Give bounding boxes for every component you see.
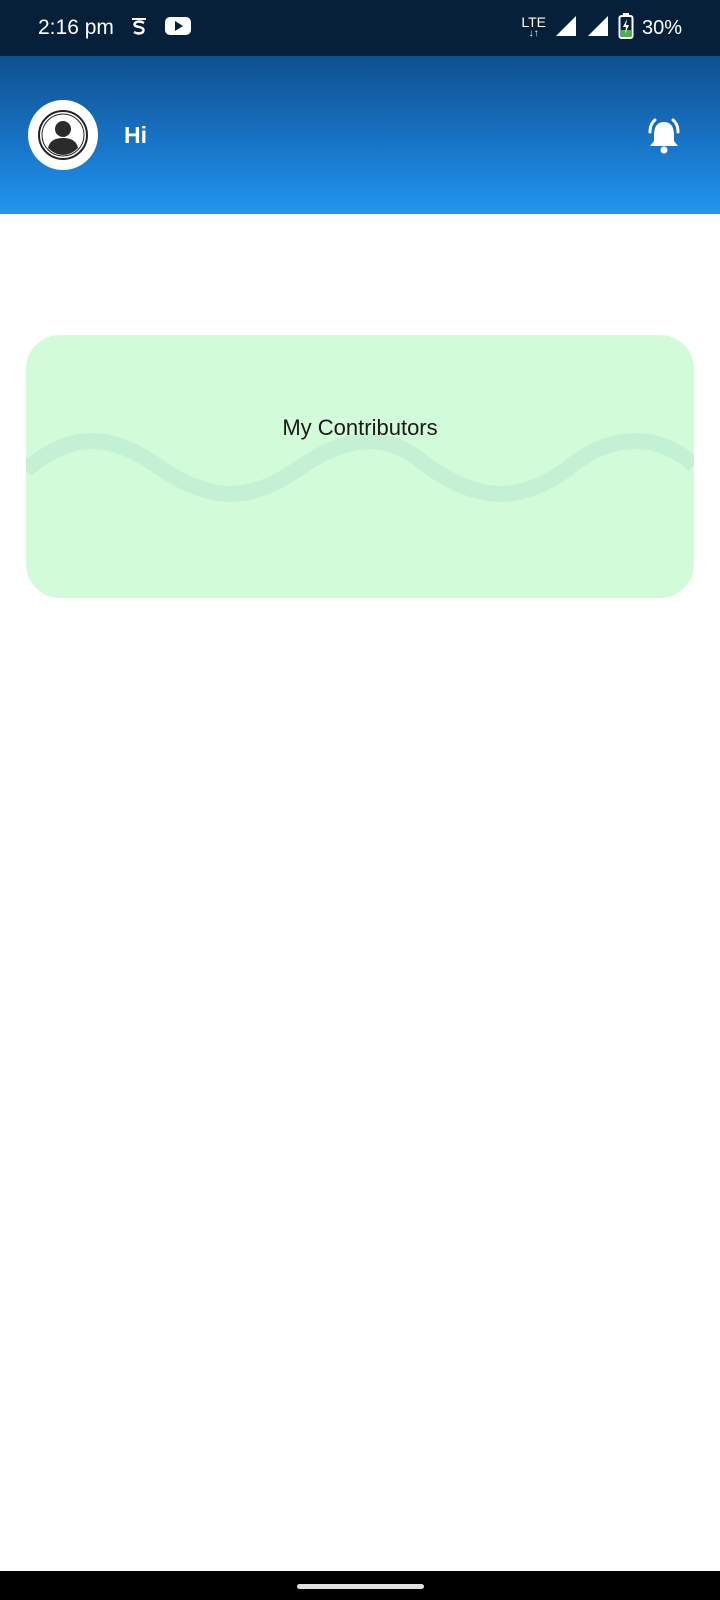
battery-charging-icon (618, 12, 634, 45)
status-time: 2:16 pm (38, 16, 114, 39)
app-screen: 2:16 pm LTE ↓↑ 30% Hi My Contributors (0, 0, 720, 1600)
wave-decoration (26, 433, 694, 502)
notification-s-icon (128, 14, 150, 43)
signal-icon (554, 14, 578, 43)
card-title: My Contributors (282, 415, 438, 440)
user-avatar-icon[interactable] (28, 100, 98, 170)
home-indicator[interactable] (297, 1584, 424, 1589)
bell-icon[interactable] (642, 114, 686, 158)
greeting-text: Hi (124, 122, 147, 148)
status-bar: 2:16 pm LTE ↓↑ 30% (0, 0, 720, 56)
navigation-bar (0, 1571, 720, 1600)
battery-percent: 30% (641, 16, 682, 39)
app-header: Hi (0, 56, 720, 214)
my-contributors-card[interactable]: My Contributors (26, 335, 694, 598)
lte-indicator: LTE ↓↑ (521, 14, 546, 39)
youtube-icon (164, 15, 192, 42)
signal-icon (586, 14, 610, 43)
